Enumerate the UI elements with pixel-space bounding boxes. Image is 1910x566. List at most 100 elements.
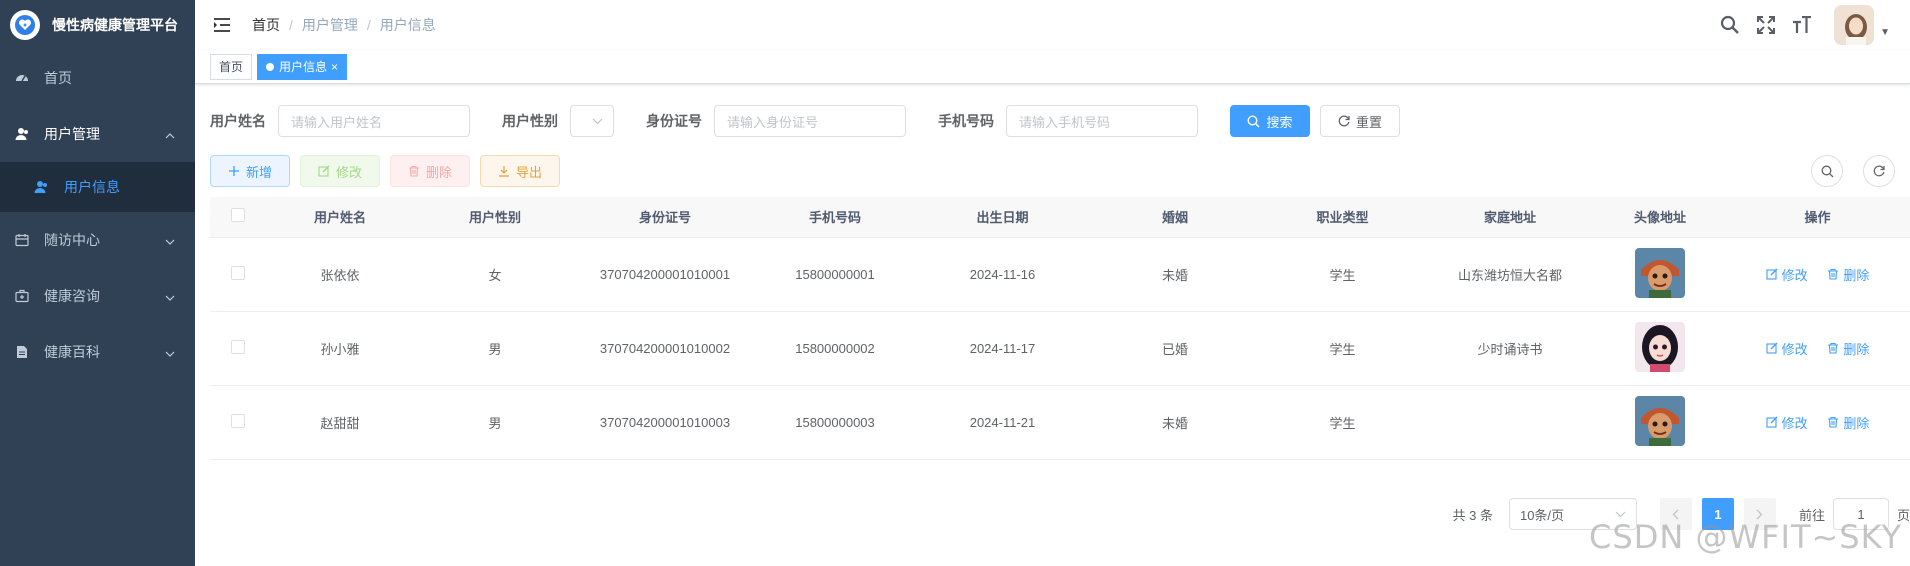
tags-view: 首页 用户信息 × [195,50,1910,84]
row-select-cell [210,237,265,312]
calendar-icon [14,232,30,248]
hamburger-icon[interactable] [212,15,232,35]
sidebar-item-wiki[interactable]: 健康百科 [0,324,195,380]
refresh-icon [1338,115,1350,127]
avatar-thumbnail[interactable] [1635,321,1685,372]
breadcrumb-separator: / [289,17,293,33]
idcard-label: 身份证号 [646,113,702,129]
toolbar: 新增 修改 删除 导出 [210,155,1895,187]
main-content: 用户姓名 请输入用户姓名 用户性别 身份证号 请输入身份证号 手机号码 请输入手… [195,85,1910,566]
phone-input[interactable]: 请输入手机号码 [1006,105,1198,137]
cell-actions: 修改 删除 [1725,311,1910,386]
row-edit-link[interactable]: 修改 [1766,413,1808,432]
row-edit-link[interactable]: 修改 [1766,265,1808,284]
refresh-button[interactable] [1863,155,1895,187]
reset-button[interactable]: 重置 [1320,105,1400,137]
select-all-checkbox[interactable] [230,208,245,223]
cell-gender: 女 [415,237,575,312]
search-icon[interactable] [1719,14,1741,36]
navbar: 首页 / 用户管理 / 用户信息 ▼ [195,0,1910,50]
trash-icon [408,165,420,177]
tag-home[interactable]: 首页 [210,53,253,80]
page-size-value: 10条/页 [1519,507,1565,523]
trash-icon [1828,342,1839,354]
search-icon [1821,165,1833,177]
breadcrumb-home[interactable]: 首页 [252,15,280,35]
breadcrumb-user-info: 用户信息 [379,17,436,33]
idcard-placeholder: 请输入身份证号 [727,114,819,130]
idcard-input[interactable]: 请输入身份证号 [714,105,906,137]
row-delete-link[interactable]: 删除 [1827,413,1869,432]
chevron-down-icon [165,232,175,248]
row-delete-label: 删除 [1843,341,1870,357]
search-button[interactable]: 搜索 [1230,105,1310,137]
col-phone: 手机号码 [755,197,915,238]
sidebar-item-label: 用户管理 [44,126,100,142]
export-button-label: 导出 [515,164,542,180]
col-address: 家庭地址 [1425,197,1595,238]
fullscreen-icon[interactable] [1755,14,1777,36]
sidebar-item-consult[interactable]: 健康咨询 [0,268,195,324]
col-job: 职业类型 [1260,197,1425,238]
chevron-up-icon [165,126,175,142]
col-idcard: 身份证号 [575,197,755,238]
gender-select[interactable] [570,105,614,137]
cell-avatar [1595,237,1725,312]
avatar[interactable] [1834,5,1875,45]
caret-down-icon[interactable]: ▼ [1880,27,1890,38]
font-size-icon[interactable] [1791,14,1813,36]
select-all-cell [210,197,265,238]
row-checkbox[interactable] [230,413,245,428]
cell-address: 山东潍坊恒大名都 [1425,237,1595,312]
search-form: 用户姓名 请输入用户姓名 用户性别 身份证号 请输入身份证号 手机号码 请输入手… [210,105,1895,137]
tag-label: 首页 [219,59,244,74]
chevron-down-icon [165,288,175,304]
phone-placeholder: 请输入手机号码 [1019,114,1111,130]
sidebar-item-label: 随访中心 [44,232,100,248]
table-row: 孙小雅 男 370704200001010002 15800000002 202… [210,311,1910,386]
sidebar-item-label: 健康咨询 [44,288,100,304]
delete-button[interactable]: 删除 [390,155,470,187]
row-edit-label: 修改 [1781,341,1808,357]
cell-idcard: 370704200001010003 [575,385,755,460]
user-table: 用户姓名 用户性别 身份证号 手机号码 出生日期 婚姻 职业类型 家庭地址 头像… [210,197,1910,460]
avatar-thumbnail[interactable] [1635,247,1685,298]
tag-user-info[interactable]: 用户信息 × [257,53,348,80]
row-select-cell [210,311,265,386]
row-checkbox[interactable] [230,339,245,354]
row-edit-link[interactable]: 修改 [1766,339,1808,358]
close-icon[interactable]: × [331,55,338,79]
cell-job: 学生 [1260,237,1425,312]
sidebar-item-user-management[interactable]: 用户管理 [0,106,195,162]
trash-icon [1828,416,1839,428]
cell-address: 少时诵诗书 [1425,311,1595,386]
sidebar: 慢性病健康管理平台 首页 用户管理 用户信息 随访中心 健康咨询 健康百科 [0,0,195,566]
search-icon [1247,114,1260,128]
col-avatar: 头像地址 [1595,197,1725,238]
col-marriage: 婚姻 [1090,197,1260,238]
sidebar-item-followup[interactable]: 随访中心 [0,212,195,268]
table-row: 赵甜甜 男 370704200001010003 15800000003 202… [210,385,1910,460]
col-gender: 用户性别 [415,197,575,238]
edit-button[interactable]: 修改 [300,155,380,187]
avatar-thumbnail[interactable] [1635,395,1685,446]
sidebar-item-label: 健康百科 [44,344,100,360]
app-title: 慢性病健康管理平台 [52,17,178,33]
document-icon [14,344,30,360]
logo-row: 慢性病健康管理平台 [0,0,195,50]
toggle-search-button[interactable] [1811,155,1843,187]
cell-job: 学生 [1260,385,1425,460]
export-button[interactable]: 导出 [480,155,560,187]
add-button[interactable]: 新增 [210,155,290,187]
sidebar-item-user-info[interactable]: 用户信息 [0,162,195,212]
sidebar-item-home[interactable]: 首页 [0,50,195,106]
name-input[interactable]: 请输入用户姓名 [278,105,470,137]
table-header-row: 用户姓名 用户性别 身份证号 手机号码 出生日期 婚姻 职业类型 家庭地址 头像… [210,197,1910,238]
name-placeholder: 请输入用户姓名 [291,114,383,130]
name-label: 用户姓名 [210,113,266,129]
row-checkbox[interactable] [230,265,245,280]
dashboard-icon [14,70,30,86]
row-delete-link[interactable]: 删除 [1827,265,1869,284]
row-delete-link[interactable]: 删除 [1827,339,1869,358]
breadcrumb-user-management: 用户管理 [301,17,358,33]
